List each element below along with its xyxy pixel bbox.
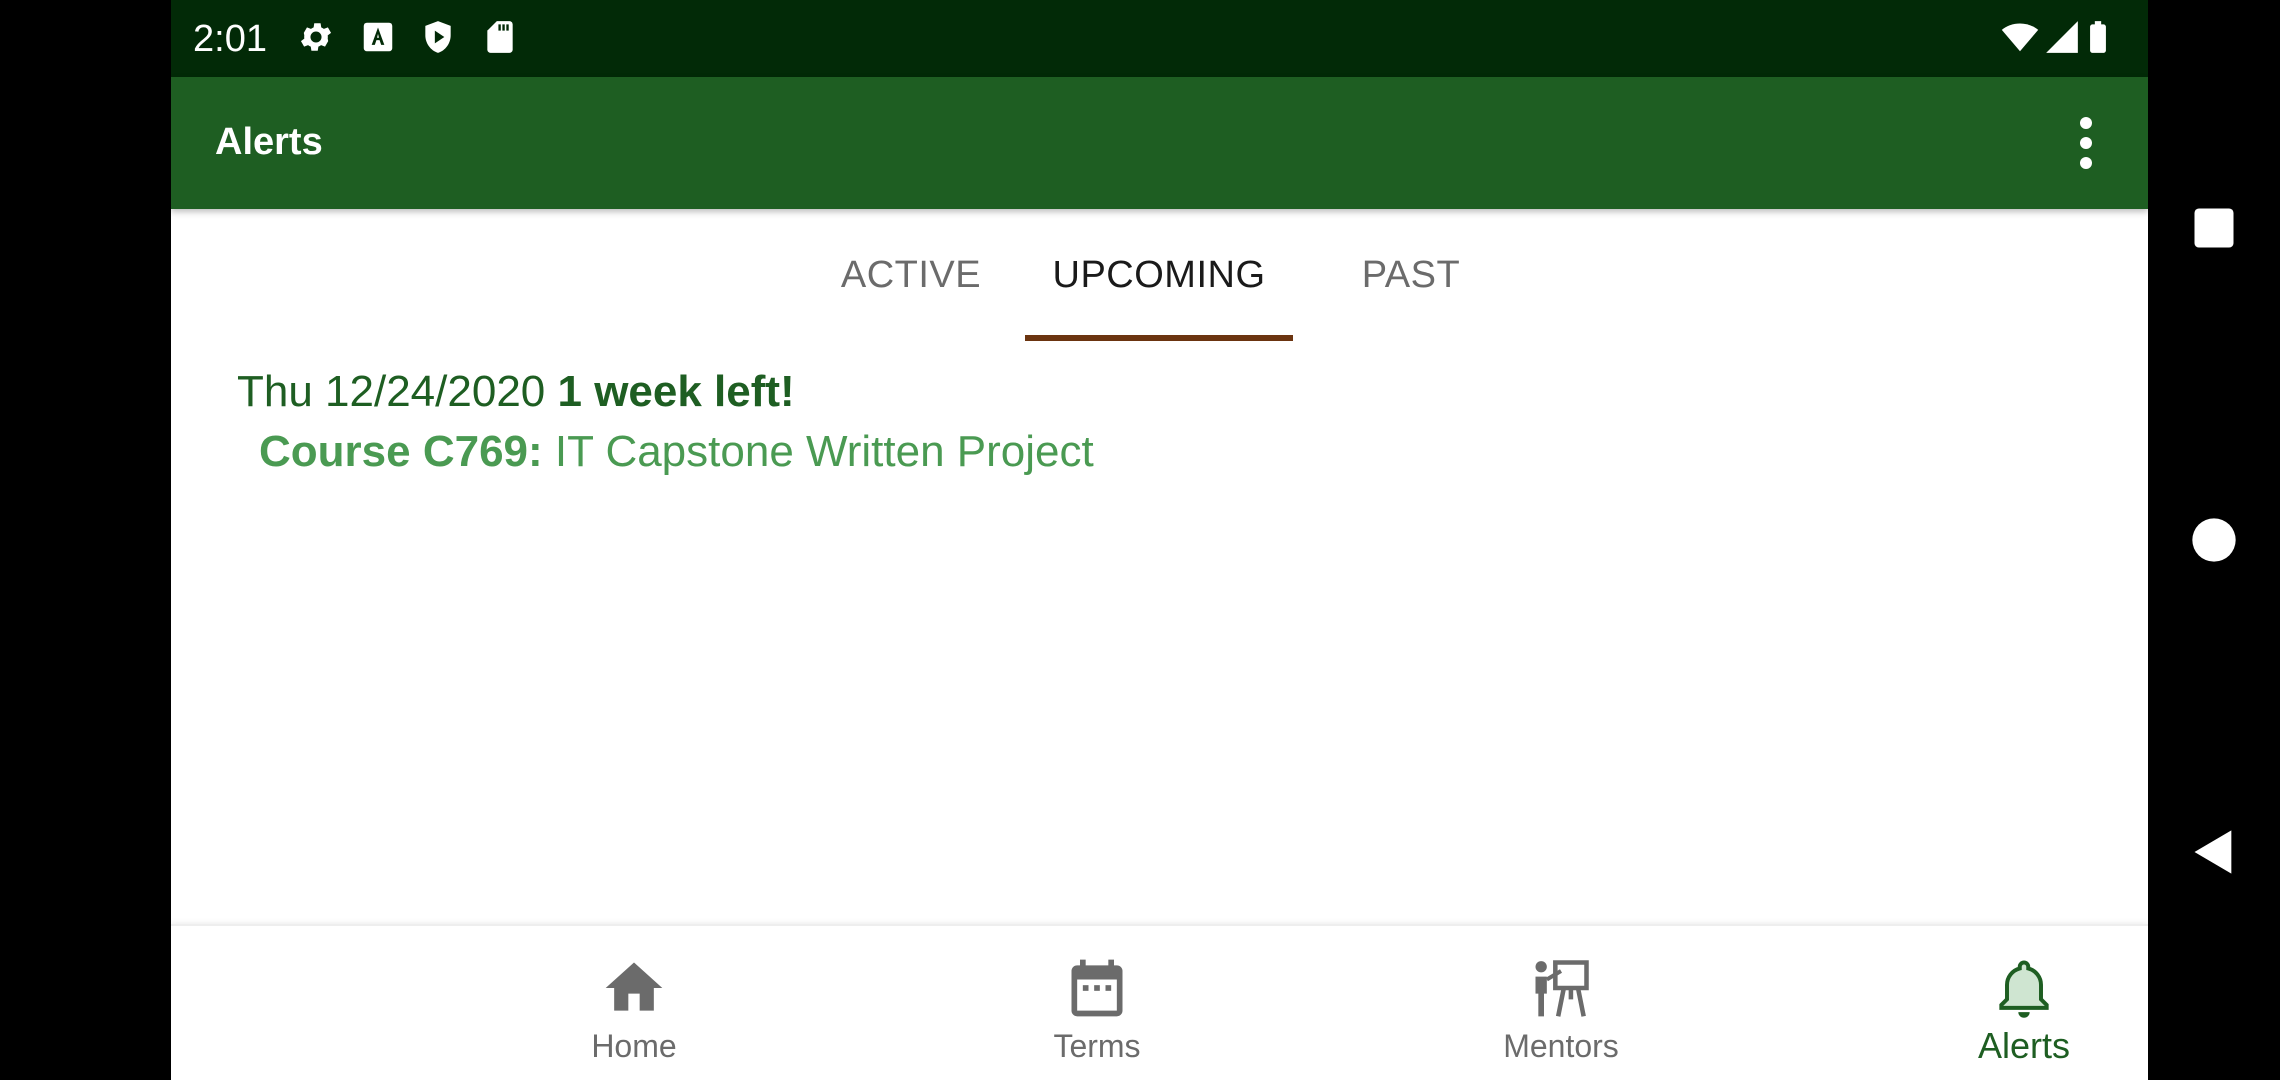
font-a-icon xyxy=(359,18,397,56)
alert-course-code: Course C769: xyxy=(259,427,543,476)
app-bar: Alerts xyxy=(171,77,2148,209)
battery-icon xyxy=(2079,18,2117,56)
nav-item-mentors[interactable]: Mentors xyxy=(1411,926,1711,1080)
calendar-icon xyxy=(1063,954,1131,1022)
home-button[interactable] xyxy=(2188,514,2240,566)
app-window: 2:01 Alerts ACTIVE UPCOMING PAST Thu 12/… xyxy=(171,0,2148,1080)
nav-label-home: Home xyxy=(591,1028,677,1064)
nav-item-alerts[interactable]: Alerts xyxy=(1874,926,2148,1080)
nav-item-terms[interactable]: Terms xyxy=(947,926,1247,1080)
sd-card-icon xyxy=(481,18,519,56)
alert-course: Course C769: IT Capstone Written Project xyxy=(259,422,1737,482)
device-screen: 2:01 Alerts ACTIVE UPCOMING PAST Thu 12/… xyxy=(0,0,2280,1080)
tab-upcoming[interactable]: UPCOMING xyxy=(1025,209,1293,341)
wifi-icon xyxy=(2001,18,2039,56)
nav-label-mentors: Mentors xyxy=(1503,1028,1619,1064)
alert-date: Thu 12/24/2020 xyxy=(237,367,546,416)
back-button[interactable] xyxy=(2188,826,2240,878)
tab-active[interactable]: ACTIVE xyxy=(803,209,1019,341)
app-title: Alerts xyxy=(215,121,323,163)
shield-play-icon xyxy=(419,18,457,56)
alert-list-item[interactable]: Thu 12/24/2020 1 week left! Course C769:… xyxy=(237,362,1737,482)
alert-course-name: IT Capstone Written Project xyxy=(554,427,1094,476)
home-icon xyxy=(600,954,668,1022)
nav-label-terms: Terms xyxy=(1053,1028,1141,1064)
status-time: 2:01 xyxy=(193,18,267,60)
bell-icon xyxy=(1990,954,2058,1022)
gear-icon xyxy=(297,18,335,56)
tab-bar: ACTIVE UPCOMING PAST xyxy=(171,209,2148,341)
system-navigation xyxy=(2148,0,2280,1080)
more-vert-icon[interactable] xyxy=(2064,113,2108,173)
alert-time-left: 1 week left! xyxy=(557,367,795,416)
teacher-board-icon xyxy=(1527,954,1595,1022)
cell-signal-icon xyxy=(2043,18,2081,56)
tab-past[interactable]: PAST xyxy=(1303,209,1519,341)
status-bar: 2:01 xyxy=(171,0,2148,77)
nav-item-home[interactable]: Home xyxy=(484,926,784,1080)
tab-indicator xyxy=(1025,335,1293,341)
alert-header: Thu 12/24/2020 1 week left! xyxy=(237,362,1737,422)
nav-label-alerts: Alerts xyxy=(1977,1025,2071,1066)
bottom-navigation: Home Terms Mentors Alerts xyxy=(171,924,2148,1080)
recents-button[interactable] xyxy=(2188,202,2240,254)
